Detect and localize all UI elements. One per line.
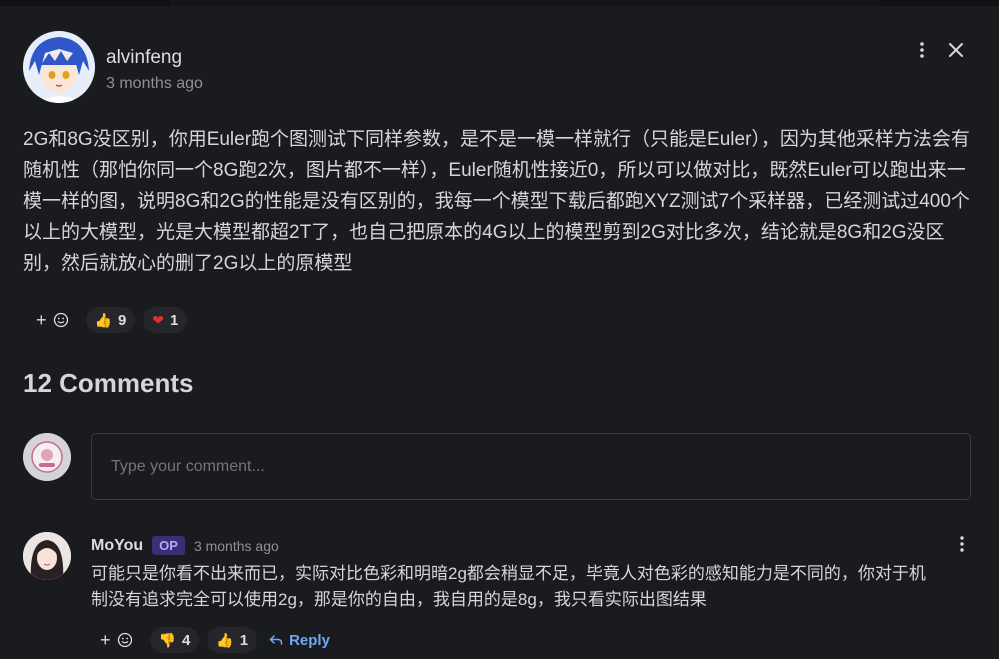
reply-label: Reply: [289, 631, 330, 649]
plus-icon: +: [100, 629, 111, 650]
commenter-name[interactable]: MoYou: [91, 537, 143, 555]
current-user-avatar: [23, 433, 71, 481]
top-strip-segment: [170, 0, 880, 6]
logo-avatar-image: [23, 433, 71, 481]
op-badge: OP: [152, 536, 185, 555]
comment-thumbs-up-reaction[interactable]: 👍 1: [207, 627, 258, 653]
commenter-avatar[interactable]: [23, 532, 71, 580]
heart-icon: ❤: [152, 311, 165, 328]
thumbs-up-reaction[interactable]: 👍 9: [85, 307, 136, 333]
close-icon[interactable]: [946, 40, 966, 60]
comment-timestamp: 3 months ago: [193, 537, 279, 554]
comment-input[interactable]: [91, 433, 971, 500]
thumbs-up-icon: 👍: [94, 311, 112, 328]
comment-more-options-icon[interactable]: [952, 534, 972, 554]
comments-heading: 12 Comments: [23, 368, 194, 398]
add-reaction-button[interactable]: +: [27, 307, 78, 333]
reply-icon: [269, 635, 283, 645]
comment-body: 可能只是你看不出来而已，实际对比色彩和明暗2g都会稍显不足，毕竟人对色彩的感知能…: [91, 564, 926, 609]
thumbs-down-reaction[interactable]: 👎 4: [149, 627, 200, 653]
post-timestamp: 3 months ago: [106, 75, 203, 92]
more-options-icon[interactable]: [912, 40, 932, 60]
plus-icon: +: [36, 309, 47, 330]
comment-reactions: + 👎 4 👍 1 Reply: [91, 627, 330, 653]
comment-header: MoYou OP 3 months ago: [91, 536, 279, 555]
thumbs-up-count: 9: [117, 311, 127, 329]
post-reactions: + 👍 9 ❤ 1: [27, 307, 188, 333]
comment-add-reaction-button[interactable]: +: [91, 627, 142, 653]
author-name[interactable]: alvinfeng: [106, 47, 182, 69]
thumbs-up-icon: 👍: [216, 631, 234, 648]
portrait-avatar-image: [23, 532, 71, 580]
smiley-icon: [117, 632, 132, 648]
smiley-icon: [53, 312, 68, 328]
thumbs-down-icon: 👎: [158, 631, 176, 648]
anime-avatar-image: [23, 31, 95, 103]
comment-thumbs-up-count: 1: [239, 631, 249, 649]
heart-reaction[interactable]: ❤ 1: [143, 307, 188, 333]
author-avatar[interactable]: [23, 31, 95, 103]
thumbs-down-count: 4: [181, 631, 191, 649]
reply-button[interactable]: Reply: [269, 632, 330, 649]
top-strip: [0, 0, 999, 6]
post-body: 2G和8G没区别，你用Euler跑个图测试下同样参数，是不是一模一样就行（只能是…: [23, 129, 970, 274]
heart-count: 1: [170, 311, 179, 329]
